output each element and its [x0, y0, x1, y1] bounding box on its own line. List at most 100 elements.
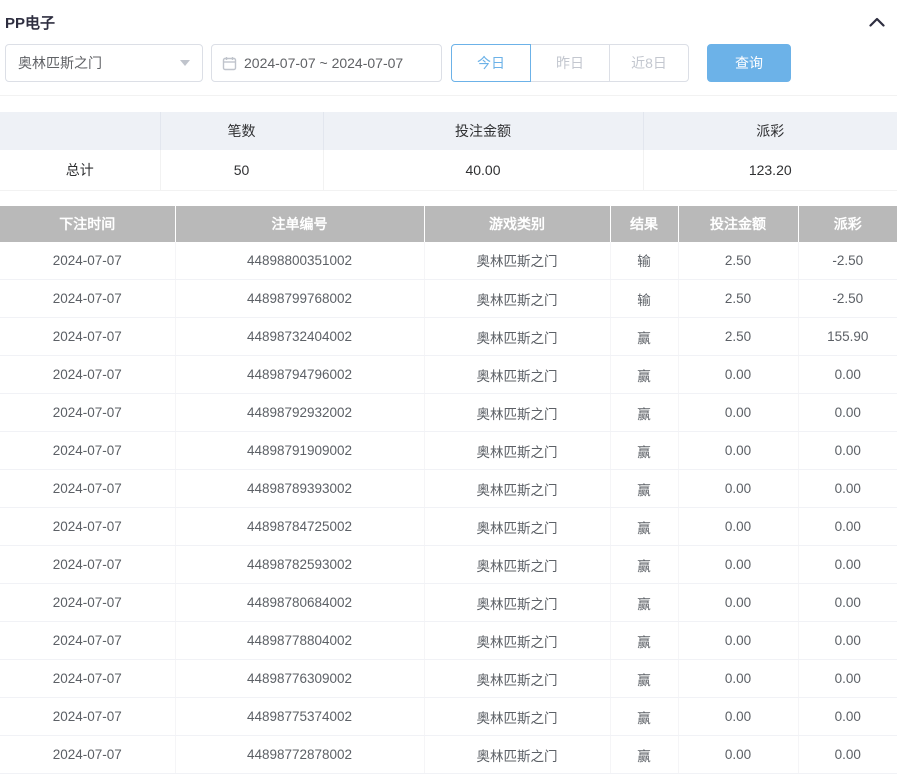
filter-bar: 奥林匹斯之门 2024-07-07 ~ 2024-07-07 今日 昨日 近8日… — [0, 40, 897, 96]
col-header-payout: 派彩 — [798, 206, 897, 242]
calendar-icon — [222, 56, 237, 71]
col-header-bet-time: 下注时间 — [0, 206, 175, 242]
cell-bet-amount: 0.00 — [678, 432, 798, 470]
cell-payout: 155.90 — [798, 318, 897, 356]
cell-game-type: 奥林匹斯之门 — [424, 736, 610, 774]
summary-header-payout: 派彩 — [643, 112, 897, 150]
cell-bet-time: 2024-07-07 — [0, 622, 175, 660]
cell-payout: 0.00 — [798, 622, 897, 660]
col-header-order-id: 注单编号 — [175, 206, 424, 242]
summary-header-row: 笔数 投注金额 派彩 — [0, 112, 897, 150]
table-row: 2024-07-07 44898791909002 奥林匹斯之门 赢 0.00 … — [0, 432, 897, 470]
date-range-picker[interactable]: 2024-07-07 ~ 2024-07-07 — [211, 44, 442, 82]
cell-game-type: 奥林匹斯之门 — [424, 356, 610, 394]
cell-result: 输 — [610, 242, 678, 280]
cell-payout: 0.00 — [798, 698, 897, 736]
cell-bet-amount: 0.00 — [678, 394, 798, 432]
cell-game-type: 奥林匹斯之门 — [424, 698, 610, 736]
cell-bet-time: 2024-07-07 — [0, 318, 175, 356]
cell-bet-time: 2024-07-07 — [0, 736, 175, 774]
quick-filter-last8days[interactable]: 近8日 — [609, 44, 689, 82]
pp-games-panel: PP电子 奥林匹斯之门 2024-07-07 ~ 2024-07-07 — [0, 0, 897, 774]
col-header-result: 结果 — [610, 206, 678, 242]
cell-result: 赢 — [610, 394, 678, 432]
quick-filter-yesterday[interactable]: 昨日 — [530, 44, 610, 82]
cell-bet-amount: 0.00 — [678, 660, 798, 698]
cell-order-id: 44898776309002 — [175, 660, 424, 698]
game-select[interactable]: 奥林匹斯之门 — [5, 44, 203, 82]
cell-game-type: 奥林匹斯之门 — [424, 546, 610, 584]
cell-order-id: 44898799768002 — [175, 280, 424, 318]
cell-bet-amount: 2.50 — [678, 280, 798, 318]
bet-table-body: 2024-07-07 44898800351002 奥林匹斯之门 输 2.50 … — [0, 242, 897, 774]
cell-order-id: 44898784725002 — [175, 508, 424, 546]
cell-payout: -2.50 — [798, 242, 897, 280]
cell-bet-amount: 2.50 — [678, 242, 798, 280]
table-row: 2024-07-07 44898778804002 奥林匹斯之门 赢 0.00 … — [0, 622, 897, 660]
cell-game-type: 奥林匹斯之门 — [424, 394, 610, 432]
cell-payout: 0.00 — [798, 356, 897, 394]
table-row: 2024-07-07 44898799768002 奥林匹斯之门 输 2.50 … — [0, 280, 897, 318]
table-row: 2024-07-07 44898772878002 奥林匹斯之门 赢 0.00 … — [0, 736, 897, 774]
cell-order-id: 44898780684002 — [175, 584, 424, 622]
cell-result: 赢 — [610, 622, 678, 660]
summary-section: 笔数 投注金额 派彩 总计 50 40.00 123.20 — [0, 112, 897, 191]
quick-filter-today[interactable]: 今日 — [451, 44, 531, 82]
summary-header-empty — [0, 112, 160, 150]
cell-bet-amount: 0.00 — [678, 508, 798, 546]
summary-total-row: 总计 50 40.00 123.20 — [0, 150, 897, 190]
cell-payout: 0.00 — [798, 546, 897, 584]
game-select-value: 奥林匹斯之门 — [18, 53, 102, 73]
chevron-up-icon[interactable] — [867, 12, 887, 32]
cell-order-id: 44898789393002 — [175, 470, 424, 508]
cell-payout: 0.00 — [798, 508, 897, 546]
cell-bet-time: 2024-07-07 — [0, 698, 175, 736]
cell-payout: 0.00 — [798, 394, 897, 432]
cell-result: 赢 — [610, 432, 678, 470]
summary-header-bet-amount: 投注金额 — [323, 112, 643, 150]
cell-bet-time: 2024-07-07 — [0, 546, 175, 584]
cell-payout: 0.00 — [798, 660, 897, 698]
summary-table: 笔数 投注金额 派彩 总计 50 40.00 123.20 — [0, 112, 897, 191]
table-row: 2024-07-07 44898784725002 奥林匹斯之门 赢 0.00 … — [0, 508, 897, 546]
table-row: 2024-07-07 44898794796002 奥林匹斯之门 赢 0.00 … — [0, 356, 897, 394]
cell-result: 赢 — [610, 584, 678, 622]
cell-result: 输 — [610, 280, 678, 318]
quick-filter-group: 今日 昨日 近8日 — [451, 44, 689, 82]
cell-game-type: 奥林匹斯之门 — [424, 508, 610, 546]
cell-payout: 0.00 — [798, 584, 897, 622]
chevron-down-icon — [180, 60, 190, 66]
cell-bet-time: 2024-07-07 — [0, 470, 175, 508]
table-row: 2024-07-07 44898782593002 奥林匹斯之门 赢 0.00 … — [0, 546, 897, 584]
cell-bet-time: 2024-07-07 — [0, 356, 175, 394]
panel-title: PP电子 — [5, 12, 55, 33]
cell-order-id: 44898794796002 — [175, 356, 424, 394]
summary-total-payout: 123.20 — [643, 150, 897, 190]
summary-header-count: 笔数 — [160, 112, 323, 150]
cell-order-id: 44898772878002 — [175, 736, 424, 774]
cell-bet-amount: 0.00 — [678, 698, 798, 736]
table-row: 2024-07-07 44898776309002 奥林匹斯之门 赢 0.00 … — [0, 660, 897, 698]
summary-total-label: 总计 — [0, 150, 160, 190]
table-row: 2024-07-07 44898780684002 奥林匹斯之门 赢 0.00 … — [0, 584, 897, 622]
bet-table-header-row: 下注时间 注单编号 游戏类别 结果 投注金额 派彩 — [0, 206, 897, 242]
cell-result: 赢 — [610, 356, 678, 394]
cell-bet-amount: 0.00 — [678, 736, 798, 774]
cell-bet-amount: 2.50 — [678, 318, 798, 356]
cell-result: 赢 — [610, 508, 678, 546]
cell-result: 赢 — [610, 318, 678, 356]
cell-result: 赢 — [610, 736, 678, 774]
cell-payout: 0.00 — [798, 470, 897, 508]
table-row: 2024-07-07 44898775374002 奥林匹斯之门 赢 0.00 … — [0, 698, 897, 736]
cell-result: 赢 — [610, 470, 678, 508]
cell-bet-time: 2024-07-07 — [0, 394, 175, 432]
cell-bet-amount: 0.00 — [678, 546, 798, 584]
search-button[interactable]: 查询 — [707, 44, 791, 82]
table-row: 2024-07-07 44898732404002 奥林匹斯之门 赢 2.50 … — [0, 318, 897, 356]
cell-game-type: 奥林匹斯之门 — [424, 318, 610, 356]
col-header-game-type: 游戏类别 — [424, 206, 610, 242]
cell-bet-amount: 0.00 — [678, 584, 798, 622]
cell-game-type: 奥林匹斯之门 — [424, 432, 610, 470]
cell-game-type: 奥林匹斯之门 — [424, 242, 610, 280]
summary-total-count: 50 — [160, 150, 323, 190]
